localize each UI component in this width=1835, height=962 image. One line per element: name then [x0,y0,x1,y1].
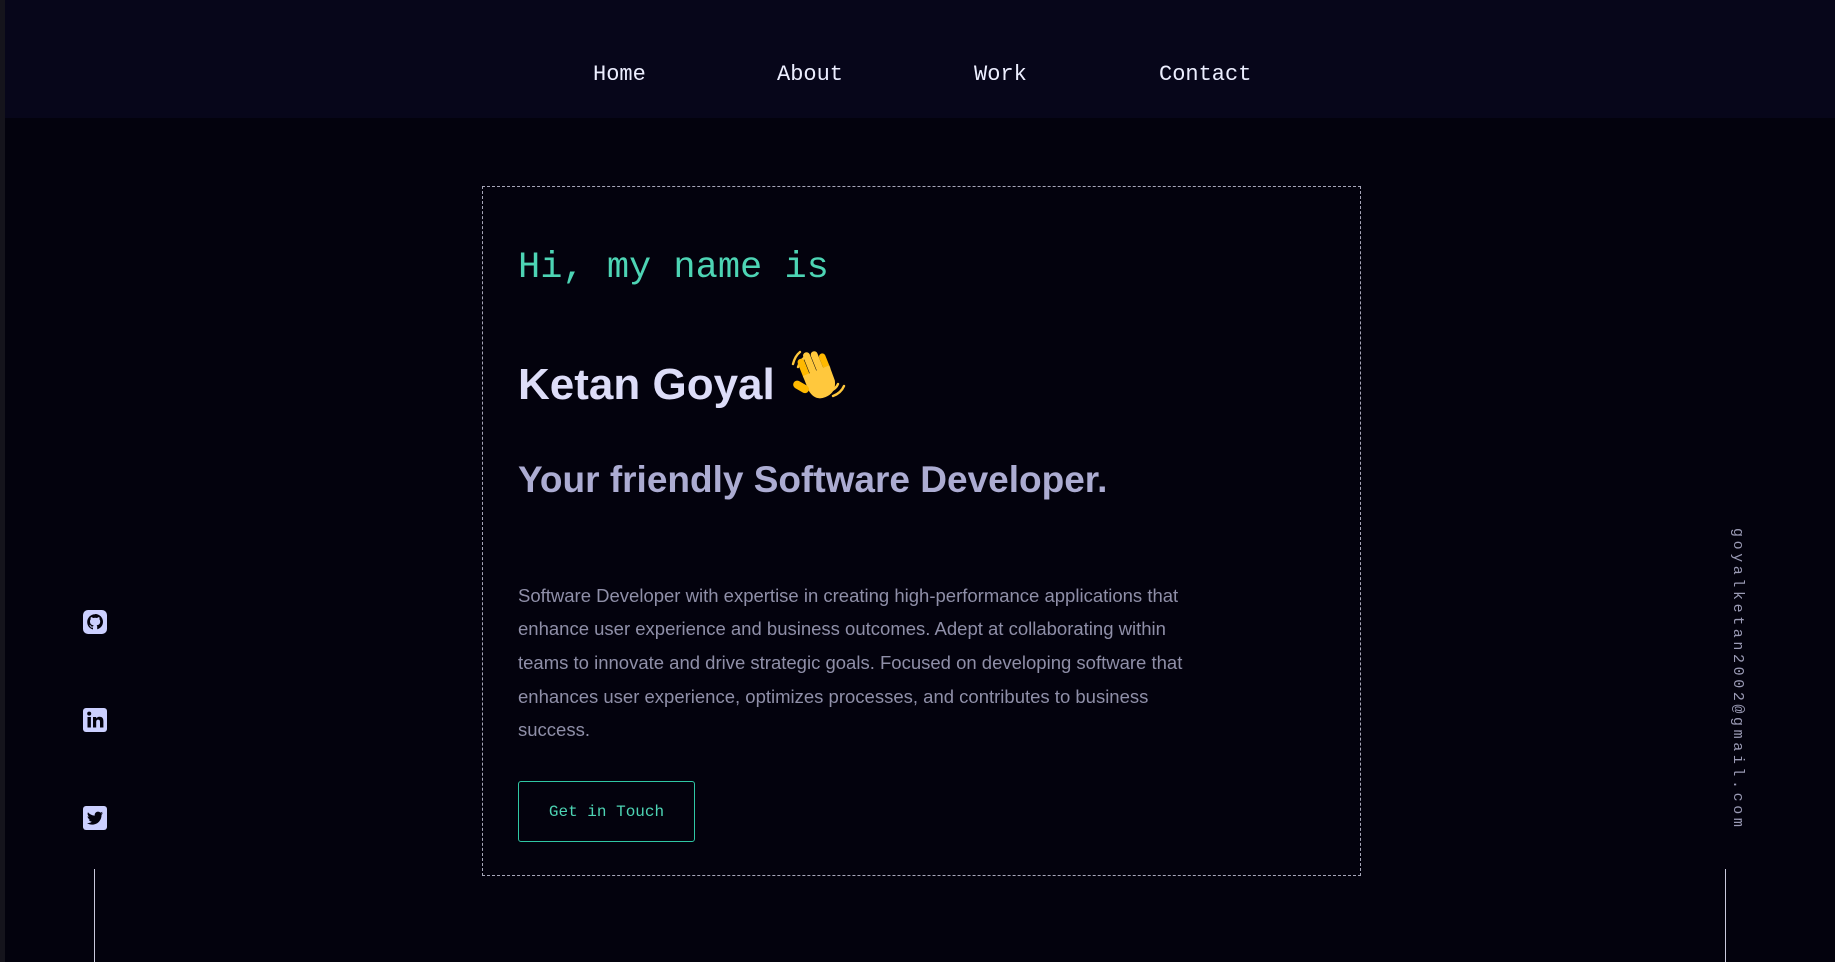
hero-name-text: Ketan Goyal [518,360,775,409]
linkedin-icon [83,708,107,732]
hero-greeting: Hi, my name is [518,247,829,289]
email-divider-line [1725,869,1726,962]
email-link[interactable]: goyalketan2002@gmail.com [1729,528,1746,830]
github-link[interactable] [82,609,108,635]
hero-name-heading: Ketan Goyal [518,344,847,413]
get-in-touch-button[interactable]: Get in Touch [518,781,695,842]
waving-hand-icon [789,344,847,413]
twitter-link[interactable] [82,805,108,831]
hero-tagline: Your friendly Software Developer. [518,459,1108,500]
twitter-icon [83,806,107,830]
nav-contact-link[interactable]: Contact [1159,62,1251,87]
github-icon [83,610,107,634]
top-navbar: Home About Work Contact [5,0,1835,118]
window-edge [0,0,5,962]
social-divider-line [94,869,95,962]
nav-about-link[interactable]: About [777,62,843,87]
hero-bio: Software Developer with expertise in cre… [518,584,1183,741]
linkedin-link[interactable] [82,707,108,733]
hero-card: Hi, my name is Ketan Goyal Your friendly… [482,186,1361,876]
nav-work-link[interactable]: Work [974,62,1027,87]
nav-home-link[interactable]: Home [593,62,646,87]
